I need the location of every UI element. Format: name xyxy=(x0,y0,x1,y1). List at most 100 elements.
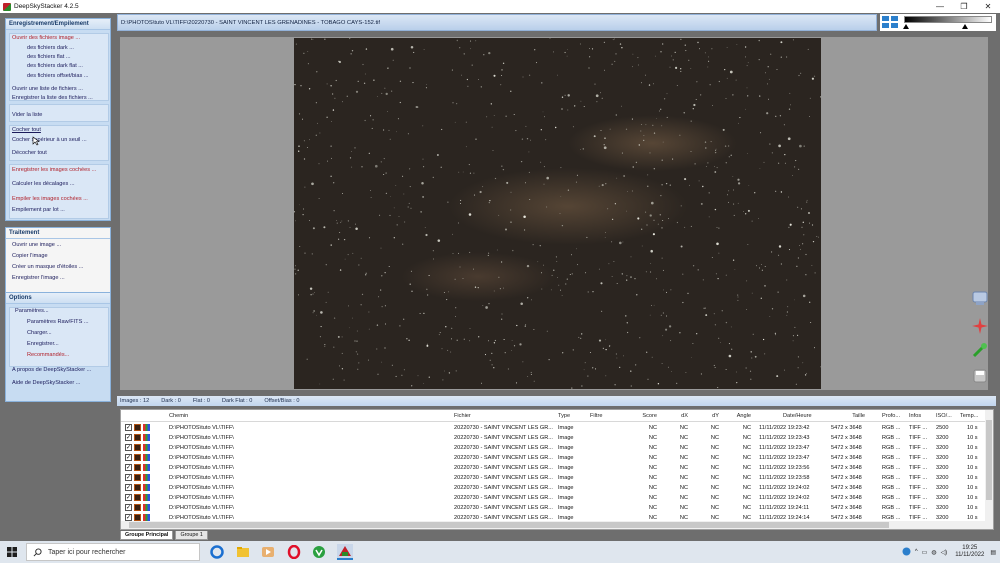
cell-fichier: 20220730 - SAINT VINCENT LES GR... xyxy=(454,475,553,481)
vertical-scrollbar[interactable] xyxy=(985,410,993,529)
deepskystacker-taskbar-icon[interactable] xyxy=(337,544,353,560)
zoom-tool-icon[interactable] xyxy=(970,288,990,308)
comet-edit-icon[interactable] xyxy=(970,340,990,360)
star-edit-icon[interactable] xyxy=(970,316,990,336)
media-player-icon[interactable] xyxy=(260,544,276,560)
check-all-link[interactable]: Cocher tout xyxy=(12,127,41,133)
copy-image-link[interactable]: Copier l'image xyxy=(12,253,48,259)
cell-type: Image xyxy=(558,465,574,471)
clear-list-link[interactable]: Vider la liste xyxy=(12,112,42,118)
table-row[interactable]: ✓ D:\PHOTOS\tuto VL\TIFF\ 20220730 - SAINT… xyxy=(121,423,987,433)
save-edits-icon[interactable] xyxy=(970,366,990,386)
clock[interactable]: 19:25 11/11/2022 xyxy=(955,545,984,559)
file-list-table[interactable]: Chemin Fichier Type Filtre Score dX dY A… xyxy=(120,409,994,530)
tab-groupe-1[interactable]: Groupe 1 xyxy=(175,531,208,540)
save-settings-link[interactable]: Enregistrer... xyxy=(27,341,59,347)
row-checkbox[interactable]: ✓ xyxy=(125,454,132,461)
open-image-link[interactable]: Ouvrir une image ... xyxy=(12,242,61,248)
check-above-threshold-link[interactable]: Cocher supérieur à un seuil ... xyxy=(12,137,87,143)
levels-gradient[interactable] xyxy=(904,16,992,23)
row-checkbox[interactable]: ✓ xyxy=(125,424,132,431)
table-row[interactable]: ✓ D:\PHOTOS\tuto VL\TIFF\ 20220730 - SAINT… xyxy=(121,493,987,503)
table-row[interactable]: ✓ D:\PHOTOS\tuto VL\TIFF\ 20220730 - SAINT… xyxy=(121,473,987,483)
stack-checked-link[interactable]: Empiler les images cochées ... xyxy=(12,196,88,202)
layout-grid-icon[interactable] xyxy=(882,16,899,29)
offset-bias-files-link[interactable]: des fichiers offset/bias ... xyxy=(27,73,88,79)
row-checkbox[interactable]: ✓ xyxy=(125,514,132,521)
column-header-profondeur[interactable]: Profo... xyxy=(882,413,900,419)
volume-icon[interactable]: ◁) xyxy=(941,549,948,556)
column-header-date[interactable]: Date/Heure xyxy=(783,413,812,419)
row-checkbox[interactable]: ✓ xyxy=(125,464,132,471)
browser-icon[interactable] xyxy=(209,544,225,560)
column-header-iso[interactable]: ISO/... xyxy=(936,413,952,419)
table-row[interactable]: ✓ D:\PHOTOS\tuto VL\TIFF\ 20220730 - SAINT… xyxy=(121,453,987,463)
load-settings-link[interactable]: Charger... xyxy=(27,330,52,336)
table-row[interactable]: ✓ D:\PHOTOS\tuto VL\TIFF\ 20220730 - SAINT… xyxy=(121,433,987,443)
midpoint-slider[interactable] xyxy=(962,24,968,29)
column-header-filtre[interactable]: Filtre xyxy=(590,413,602,419)
recommended-settings-link[interactable]: Recommandés... xyxy=(27,352,69,358)
open-image-files-link[interactable]: Ouvrir des fichiers image ... xyxy=(12,35,80,41)
chevron-up-icon[interactable]: ^ xyxy=(915,549,918,555)
compute-offsets-link[interactable]: Calculer les décalages ... xyxy=(12,181,75,187)
flat-files-link[interactable]: des fichiers flat ... xyxy=(27,54,71,60)
notifications-icon[interactable]: ▤ xyxy=(990,549,996,556)
table-row[interactable]: ✓ D:\PHOTOS\tuto VL\TIFF\ 20220730 - SAINT… xyxy=(121,443,987,453)
maximize-button[interactable]: ❐ xyxy=(952,0,976,13)
row-checkbox[interactable]: ✓ xyxy=(125,484,132,491)
row-checkbox[interactable]: ✓ xyxy=(125,434,132,441)
cell-iso: 2500 xyxy=(936,425,949,431)
cell-prof: RGB ... xyxy=(882,485,901,491)
app-green-icon[interactable] xyxy=(311,544,327,560)
black-point-slider[interactable] xyxy=(903,24,909,29)
save-file-list-link[interactable]: Enregistrer la liste des fichiers ... xyxy=(12,95,93,101)
column-header-dx[interactable]: dX xyxy=(676,413,688,419)
table-row[interactable]: ✓ D:\PHOTOS\tuto VL\TIFF\ 20220730 - SAINT… xyxy=(121,483,987,493)
save-image-link[interactable]: Enregistrer l'image ... xyxy=(12,275,65,281)
about-link[interactable]: A propos de DeepSkyStacker ... xyxy=(12,367,91,373)
column-header-score[interactable]: Score xyxy=(641,413,657,419)
column-header-fichier[interactable]: Fichier xyxy=(454,413,471,419)
image-viewer[interactable] xyxy=(120,37,988,390)
dark-files-link[interactable]: des fichiers dark ... xyxy=(27,45,74,51)
minimize-button[interactable]: — xyxy=(928,0,952,13)
horizontal-scrollbar[interactable] xyxy=(121,521,987,529)
table-row[interactable]: ✓ D:\PHOTOS\tuto VL\TIFF\ 20220730 - SAINT… xyxy=(121,463,987,473)
column-header-chemin[interactable]: Chemin xyxy=(169,413,188,419)
raw-fits-settings-link[interactable]: Paramètres Raw/FITS ... xyxy=(27,319,89,325)
opera-icon[interactable] xyxy=(286,544,302,560)
settings-link[interactable]: Paramètres... xyxy=(15,308,49,314)
levels-control[interactable] xyxy=(880,14,996,31)
column-header-angle[interactable]: Angle xyxy=(733,413,751,419)
file-explorer-icon[interactable] xyxy=(235,544,251,560)
network-icon[interactable]: ◍ xyxy=(931,549,936,556)
column-header-dy[interactable]: dY xyxy=(707,413,719,419)
column-header-temps[interactable]: Temp... xyxy=(960,413,978,419)
cell-score: NC xyxy=(648,425,657,431)
white-point-slider[interactable] xyxy=(987,24,993,29)
cell-infos: TIFF ... xyxy=(909,475,928,481)
windows-start-icon[interactable] xyxy=(0,541,24,563)
close-button[interactable]: ✕ xyxy=(976,0,1000,13)
register-checked-link[interactable]: Enregistrer les images cochées ... xyxy=(12,167,96,173)
taskbar-search-box[interactable]: Taper ici pour rechercher xyxy=(26,543,200,561)
create-star-mask-link[interactable]: Créer un masque d'étoiles ... xyxy=(12,264,83,270)
column-header-type[interactable]: Type xyxy=(558,413,570,419)
uncheck-all-link[interactable]: Décocher tout xyxy=(12,150,47,156)
tab-groupe-principal[interactable]: Groupe Principal xyxy=(120,531,174,540)
row-checkbox[interactable]: ✓ xyxy=(125,504,132,511)
dark-flat-files-link[interactable]: des fichiers dark flat ... xyxy=(27,63,83,69)
help-link[interactable]: Aide de DeepSkyStacker ... xyxy=(12,380,80,386)
column-header-infos[interactable]: Infos xyxy=(909,413,921,419)
row-checkbox[interactable]: ✓ xyxy=(125,444,132,451)
column-header-taille[interactable]: Taille xyxy=(845,413,865,419)
help-tray-icon[interactable] xyxy=(902,547,911,558)
table-row[interactable]: ✓ D:\PHOTOS\tuto VL\TIFF\ 20220730 - SAINT… xyxy=(121,503,987,513)
cell-dy: NC xyxy=(710,425,719,431)
open-file-list-link[interactable]: Ouvrir une liste de fichiers ... xyxy=(12,86,83,92)
row-checkbox[interactable]: ✓ xyxy=(125,494,132,501)
battery-icon[interactable]: ▭ xyxy=(922,549,928,556)
batch-stacking-link[interactable]: Empilement par lot ... xyxy=(12,207,65,213)
row-checkbox[interactable]: ✓ xyxy=(125,474,132,481)
